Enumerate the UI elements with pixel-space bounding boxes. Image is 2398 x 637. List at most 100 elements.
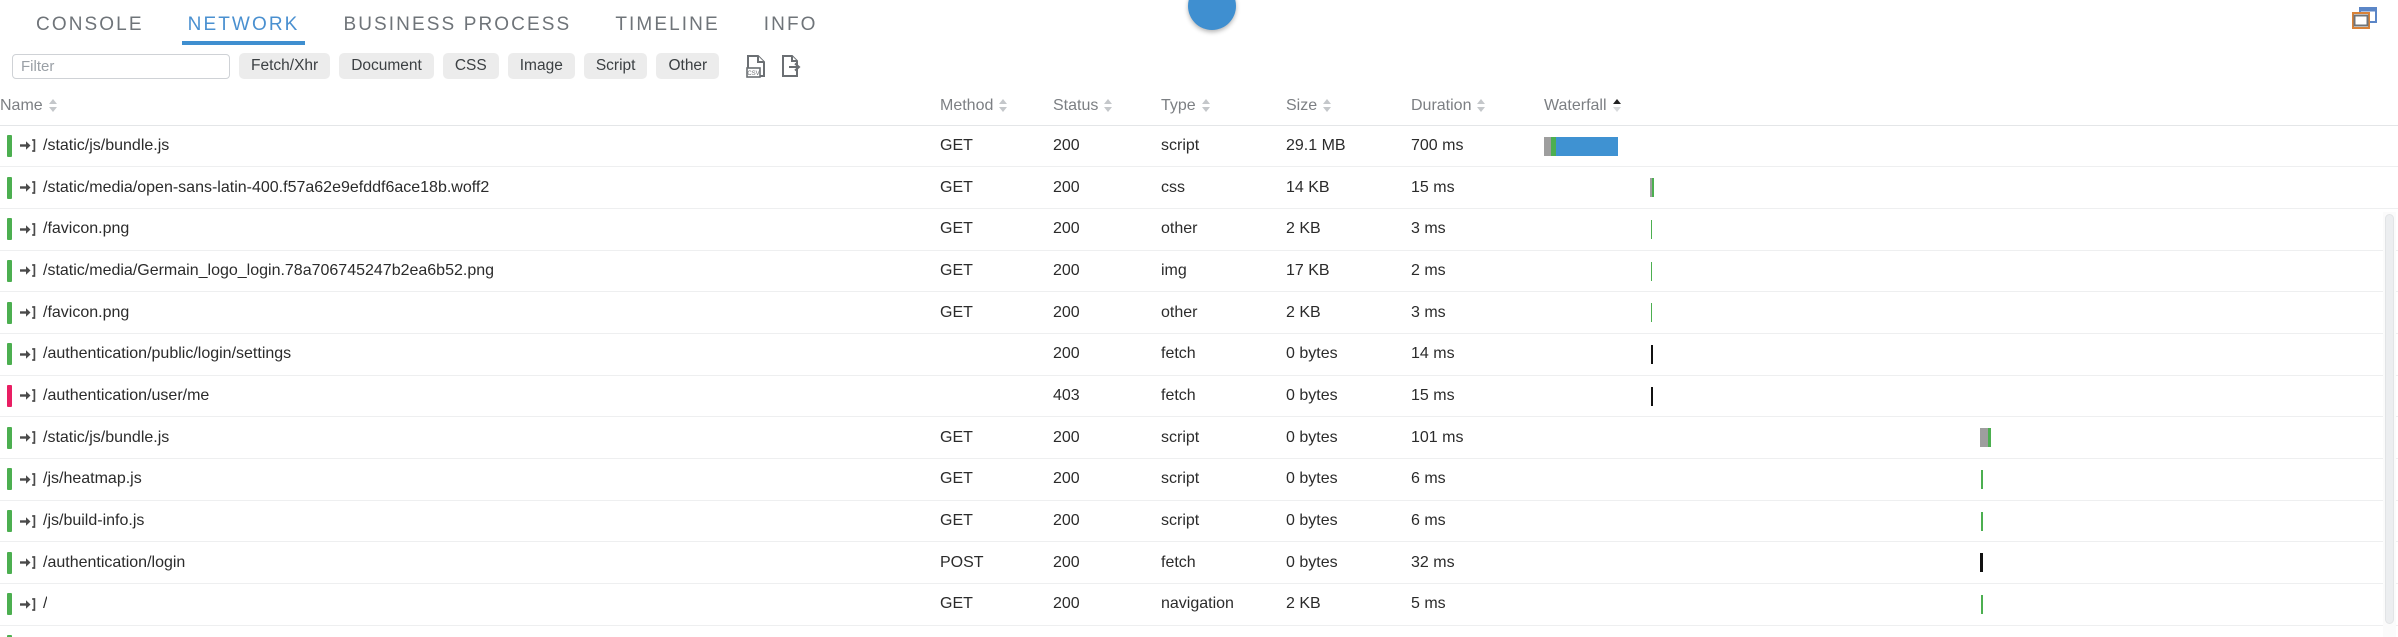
request-arrow-icon [19, 388, 36, 403]
request-name: / [43, 595, 47, 613]
csv-export-icon[interactable]: CSV [743, 53, 769, 79]
cell-name: /favicon.png [0, 625, 940, 637]
waterfall-segment-black [1980, 553, 1983, 572]
tab-business-process[interactable]: BUSINESS PROCESS [321, 0, 593, 45]
cell-size: 2 KB [1286, 584, 1411, 626]
cell-duration: 15 ms [1411, 375, 1544, 417]
filter-pill-document[interactable]: Document [339, 53, 434, 79]
tab-timeline[interactable]: TIMELINE [593, 0, 741, 45]
request-arrow-icon [19, 222, 36, 237]
table-row[interactable]: /authentication/user/me403fetch0 bytes15… [0, 375, 2398, 417]
row-status-indicator [7, 385, 12, 407]
request-name: /js/heatmap.js [43, 470, 142, 488]
cell-size: 2 KB [1286, 208, 1411, 250]
cell-type: css [1161, 167, 1286, 209]
tab-label: INFO [764, 14, 818, 35]
request-arrow-icon [19, 430, 36, 445]
filter-pill-fetch-xhr[interactable]: Fetch/Xhr [239, 53, 330, 79]
cell-name: /authentication/login [0, 542, 940, 584]
sort-icon [999, 98, 1008, 113]
cell-size: 0 bytes [1286, 500, 1411, 542]
cell-type: other [1161, 625, 1286, 637]
cell-duration: 2 ms [1411, 625, 1544, 637]
row-status-indicator [7, 468, 12, 490]
cell-type: other [1161, 292, 1286, 334]
cell-duration: 5 ms [1411, 584, 1544, 626]
cell-method: GET [940, 584, 1053, 626]
cell-waterfall [1544, 167, 2398, 209]
cell-waterfall [1544, 584, 2398, 626]
filter-pill-image[interactable]: Image [508, 53, 575, 79]
table-row[interactable]: /static/js/bundle.jsGET200script29.1 MB7… [0, 125, 2398, 167]
cell-status: 200 [1053, 625, 1161, 637]
table-row[interactable]: /static/media/open-sans-latin-400.f57a62… [0, 167, 2398, 209]
file-export-icon[interactable] [778, 53, 804, 79]
cell-status: 200 [1053, 125, 1161, 167]
table-row[interactable]: /static/js/bundle.jsGET200script0 bytes1… [0, 417, 2398, 459]
waterfall-segment-green [1981, 512, 1983, 531]
sort-icon [1323, 98, 1332, 113]
table-row[interactable]: /favicon.pngGET200other2 KB3 ms00h 00m 0… [0, 208, 2398, 250]
table-row[interactable]: /favicon.pngGET200other2 KB3 ms00h 00m 0… [0, 292, 2398, 334]
cell-duration: 15 ms [1411, 167, 1544, 209]
column-header-waterfall[interactable]: Waterfall [1544, 87, 2398, 125]
cell-name: / [0, 584, 940, 626]
column-header-duration[interactable]: Duration [1411, 87, 1544, 125]
cell-name: /favicon.png [0, 292, 940, 334]
table-row[interactable]: /favicon.pngGET200other2 KB2 ms00h 00m 0… [0, 625, 2398, 637]
table-row[interactable]: /authentication/loginPOST200fetch0 bytes… [0, 542, 2398, 584]
tab-network[interactable]: NETWORK [166, 0, 322, 45]
cell-type: script [1161, 500, 1286, 542]
filter-pill-other[interactable]: Other [656, 53, 719, 79]
column-header-method[interactable]: Method [940, 87, 1053, 125]
waterfall-segment-green [1652, 178, 1654, 197]
column-header-name[interactable]: Name [0, 87, 940, 125]
column-label: Method [940, 97, 993, 115]
cell-method: GET [940, 208, 1053, 250]
cell-size: 2 KB [1286, 292, 1411, 334]
cell-method: GET [940, 459, 1053, 501]
cell-waterfall [1544, 625, 2398, 637]
request-name: /authentication/user/me [43, 387, 209, 405]
cell-waterfall [1544, 292, 2398, 334]
table-row[interactable]: /GET200navigation2 KB5 ms00h 00m 04s [0, 584, 2398, 626]
table-row[interactable]: /js/heatmap.jsGET200script0 bytes6 ms00h… [0, 459, 2398, 501]
sort-icon [1477, 98, 1486, 113]
column-label: Name [0, 97, 43, 115]
cell-method [940, 333, 1053, 375]
tab-console[interactable]: CONSOLE [14, 0, 166, 45]
cell-status: 200 [1053, 542, 1161, 584]
cell-duration: 6 ms [1411, 500, 1544, 542]
cell-type: navigation [1161, 584, 1286, 626]
cell-type: fetch [1161, 375, 1286, 417]
table-row[interactable]: /static/media/Germain_logo_login.78a7067… [0, 250, 2398, 292]
filter-input[interactable] [12, 54, 230, 79]
row-status-indicator [7, 218, 12, 240]
cell-waterfall [1544, 250, 2398, 292]
network-filter-toolbar: Fetch/Xhr Document CSS Image Script Othe… [0, 45, 2398, 87]
request-arrow-icon [19, 597, 36, 612]
popout-window-icon[interactable] [2348, 6, 2380, 36]
column-header-size[interactable]: Size [1286, 87, 1411, 125]
tab-info[interactable]: INFO [742, 0, 840, 45]
cell-name: /js/heatmap.js [0, 459, 940, 501]
column-header-type[interactable]: Type [1161, 87, 1286, 125]
table-row[interactable]: /authentication/public/login/settings200… [0, 333, 2398, 375]
request-name: /js/build-info.js [43, 512, 144, 530]
request-name: /favicon.png [43, 304, 129, 322]
row-status-indicator [7, 343, 12, 365]
row-status-indicator [7, 260, 12, 282]
cell-status: 200 [1053, 500, 1161, 542]
filter-pill-css[interactable]: CSS [443, 53, 499, 79]
cell-status: 200 [1053, 167, 1161, 209]
cell-waterfall [1544, 417, 2398, 459]
cell-size: 0 bytes [1286, 459, 1411, 501]
vertical-scrollbar[interactable] [2383, 212, 2396, 637]
cell-size: 0 bytes [1286, 417, 1411, 459]
filter-pill-script[interactable]: Script [584, 53, 648, 79]
column-header-status[interactable]: Status [1053, 87, 1161, 125]
cell-method: GET [940, 292, 1053, 334]
tab-label: NETWORK [188, 14, 300, 35]
scrollbar-thumb[interactable] [2385, 214, 2394, 624]
table-row[interactable]: /js/build-info.jsGET200script0 bytes6 ms… [0, 500, 2398, 542]
